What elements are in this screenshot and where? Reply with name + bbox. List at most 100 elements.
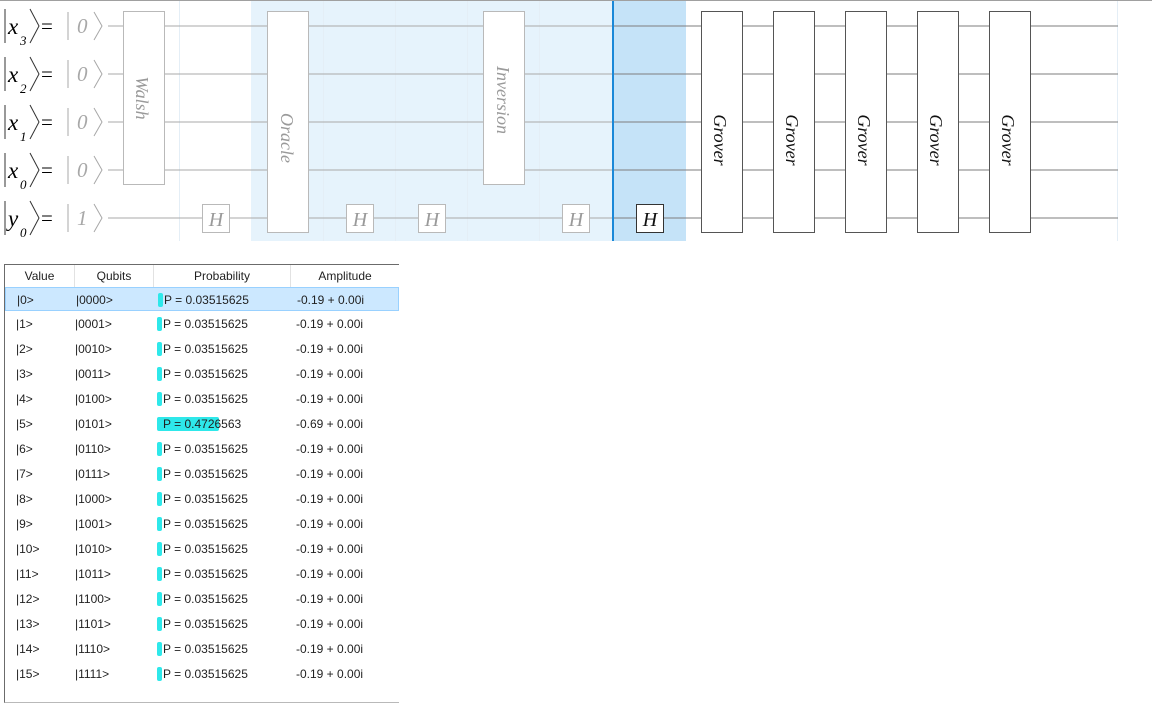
probability-text: P = 0.03515625 xyxy=(163,667,248,681)
table-row[interactable]: |0> |0000> P = 0.03515625 -0.19 + 0.00i xyxy=(5,287,399,311)
qubit-string: |0000> xyxy=(76,293,113,307)
probability-text: P = 0.03515625 xyxy=(163,342,248,356)
probability-bar xyxy=(157,517,162,531)
circuit-diagram[interactable]: x 3 = 0 x 2 = 0 x 1 = 0 x 0 = 0 y 0 = 1 … xyxy=(0,0,1152,244)
wire-label-x3: x 3 = 0 xyxy=(4,8,103,48)
h-gate[interactable]: H xyxy=(418,204,446,233)
grover-gate[interactable]: Grover xyxy=(917,11,959,233)
initial-value: 0 xyxy=(77,110,88,134)
state-table[interactable]: Value Qubits Probability Amplitude |0> |0… xyxy=(4,264,399,703)
qubit-string: |0111> xyxy=(75,467,111,481)
state-value: |9> xyxy=(16,517,33,531)
state-value: |8> xyxy=(16,492,33,506)
wire-labels: x 3 = 0 x 2 = 0 x 1 = 0 x 0 = 0 y 0 = 1 xyxy=(4,8,103,240)
table-row[interactable]: |12> |1100> P = 0.03515625 -0.19 + 0.00i xyxy=(5,587,399,611)
qubit-string: |1011> xyxy=(75,567,111,581)
table-row[interactable]: |10> |1010> P = 0.03515625 -0.19 + 0.00i xyxy=(5,537,399,561)
table-row[interactable]: |11> |1011> P = 0.03515625 -0.19 + 0.00i xyxy=(5,562,399,586)
probability-cell: P = 0.03515625 xyxy=(157,612,289,636)
column-header-qubits[interactable]: Qubits xyxy=(75,265,154,287)
h-gate[interactable]: H xyxy=(346,204,374,233)
probability-bar xyxy=(157,592,162,606)
table-row[interactable]: |1> |0001> P = 0.03515625 -0.19 + 0.00i xyxy=(5,312,399,336)
probability-bar xyxy=(157,317,162,331)
table-row[interactable]: |3> |0011> P = 0.03515625 -0.19 + 0.00i xyxy=(5,362,399,386)
qubit-string: |0011> xyxy=(75,367,111,381)
column-header-probability[interactable]: Probability xyxy=(154,265,291,287)
probability-bar xyxy=(157,542,162,556)
initial-value: 0 xyxy=(77,62,88,86)
state-value: |3> xyxy=(16,367,33,381)
probability-bar xyxy=(157,667,162,681)
probability-text: P = 0.03515625 xyxy=(163,467,248,481)
state-value: |14> xyxy=(16,642,40,656)
state-value: |6> xyxy=(16,442,33,456)
grover-gate[interactable]: Grover xyxy=(989,11,1031,233)
table-row[interactable]: |2> |0010> P = 0.03515625 -0.19 + 0.00i xyxy=(5,337,399,361)
state-value: |11> xyxy=(16,567,39,581)
h-gate-label: H xyxy=(352,209,369,231)
amplitude-value: -0.19 + 0.00i xyxy=(296,367,364,381)
probability-cell: P = 0.03515625 xyxy=(157,312,289,336)
walsh-gate[interactable]: Walsh xyxy=(123,11,165,185)
qubit-string: |0110> xyxy=(75,442,111,456)
table-row[interactable]: |5> |0101> P = 0.4726563 -0.69 + 0.00i xyxy=(5,412,399,436)
probability-cell: P = 0.03515625 xyxy=(157,562,289,586)
h-gate-label: H xyxy=(424,209,441,231)
oracle-gate-label: Oracle xyxy=(277,113,297,163)
table-row[interactable]: |8> |1000> P = 0.03515625 -0.19 + 0.00i xyxy=(5,487,399,511)
inversion-gate[interactable]: Inversion xyxy=(483,11,525,185)
qubit-string: |1110> xyxy=(75,642,111,656)
probability-bar xyxy=(157,642,162,656)
grover-gate-label: Grover xyxy=(926,114,946,166)
probability-cell: P = 0.03515625 xyxy=(157,337,289,361)
table-row[interactable]: |7> |0111> P = 0.03515625 -0.19 + 0.00i xyxy=(5,462,399,486)
probability-cell: P = 0.03515625 xyxy=(158,288,290,312)
state-value: |12> xyxy=(16,592,40,606)
probability-text: P = 0.03515625 xyxy=(164,293,249,307)
table-row[interactable]: |14> |1110> P = 0.03515625 -0.19 + 0.00i xyxy=(5,637,399,661)
probability-bar xyxy=(157,492,162,506)
probability-text: P = 0.03515625 xyxy=(163,367,248,381)
ket-prefix: x xyxy=(7,110,19,135)
inversion-gate-label: Inversion xyxy=(493,65,513,134)
amplitude-value: -0.19 + 0.00i xyxy=(296,317,364,331)
amplitude-value: -0.19 + 0.00i xyxy=(296,467,364,481)
table-row[interactable]: |6> |0110> P = 0.03515625 -0.19 + 0.00i xyxy=(5,437,399,461)
probability-text: P = 0.03515625 xyxy=(163,317,248,331)
probability-text: P = 0.03515625 xyxy=(163,392,248,406)
table-row[interactable]: |13> |1101> P = 0.03515625 -0.19 + 0.00i xyxy=(5,612,399,636)
qubit-string: |1100> xyxy=(75,592,111,606)
amplitude-value: -0.19 + 0.00i xyxy=(296,342,364,356)
probability-cell: P = 0.03515625 xyxy=(157,637,289,661)
h-gate[interactable]: H xyxy=(202,204,230,233)
grover-gate[interactable]: Grover xyxy=(773,11,815,233)
probability-text: P = 0.03515625 xyxy=(163,542,248,556)
amplitude-value: -0.19 + 0.00i xyxy=(296,517,364,531)
table-row[interactable]: |15> |1111> P = 0.03515625 -0.19 + 0.00i xyxy=(5,662,399,686)
h-gate[interactable]: H xyxy=(562,204,590,233)
h-gate-current[interactable]: H xyxy=(636,204,664,233)
amplitude-value: -0.19 + 0.00i xyxy=(296,442,364,456)
state-value: |4> xyxy=(16,392,33,406)
probability-text: P = 0.03515625 xyxy=(163,592,248,606)
column-header-value[interactable]: Value xyxy=(5,265,75,287)
probability-cell: P = 0.03515625 xyxy=(157,662,289,686)
table-row[interactable]: |9> |1001> P = 0.03515625 -0.19 + 0.00i xyxy=(5,512,399,536)
probability-bar xyxy=(157,367,162,381)
qubit-string: |1000> xyxy=(75,492,112,506)
probability-bar xyxy=(157,617,162,631)
ket-prefix: x xyxy=(7,62,19,87)
grover-gate[interactable]: Grover xyxy=(845,11,887,233)
ket-equals: = xyxy=(41,206,53,230)
qubit-string: |1001> xyxy=(75,517,112,531)
qubit-string: |0001> xyxy=(75,317,112,331)
probability-text: P = 0.4726563 xyxy=(163,417,242,431)
column-header-amplitude[interactable]: Amplitude xyxy=(291,265,399,287)
oracle-gate[interactable]: Oracle xyxy=(267,11,309,233)
grover-gate[interactable]: Grover xyxy=(701,11,743,233)
state-value: |13> xyxy=(16,617,40,631)
amplitude-value: -0.69 + 0.00i xyxy=(296,417,364,431)
table-row[interactable]: |4> |0100> P = 0.03515625 -0.19 + 0.00i xyxy=(5,387,399,411)
h-gate-label: H xyxy=(208,209,225,231)
